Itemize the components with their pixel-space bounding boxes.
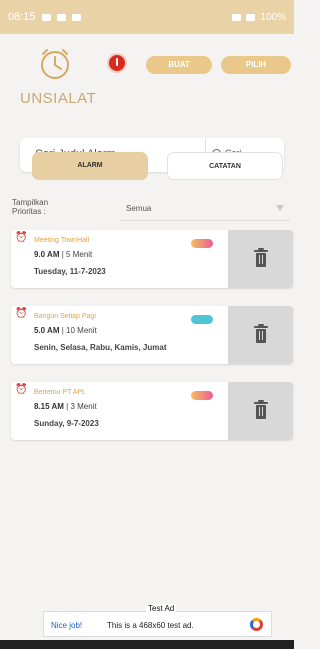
ad-nice-job: Nice job! [51, 621, 83, 630]
alarm-card[interactable]: ⏰ Meeting TownHall 9.0 AM | 5 Menit Tues… [11, 230, 293, 288]
app-logo: UNSIALAT [20, 40, 97, 108]
alarm-duration: 3 Menit [70, 402, 97, 411]
status-right: 100% [232, 12, 286, 23]
alarm-time: 5.0 AM [34, 326, 60, 335]
filter-value: Semua [126, 204, 152, 213]
delete-button[interactable] [228, 382, 293, 440]
status-left: 08:15 [8, 11, 81, 23]
priority-pill [191, 239, 213, 248]
notification-icon [71, 13, 81, 21]
alarm-duration: 5 Menit [66, 250, 93, 259]
status-time: 08:15 [8, 11, 36, 23]
alarm-title: Meeting TownHall [34, 237, 90, 244]
alarm-clock-icon [41, 49, 69, 79]
alarm-time-line: 8.15 AM | 3 Menit [34, 402, 97, 411]
battery-text: 100% [260, 11, 286, 23]
header: UNSIALAT BUAT PILIH [0, 34, 294, 110]
notification-icon [56, 13, 66, 21]
filter-label-line2: Prioritas : [12, 207, 46, 216]
ad-logo-icon [250, 618, 263, 631]
ad-title: Test Ad [146, 604, 177, 613]
tab-catatan[interactable]: CATATAN [167, 152, 283, 180]
priority-filter-select[interactable]: Semua [120, 200, 290, 221]
ad-banner[interactable]: Test Ad Nice job! This is a 468x60 test … [43, 604, 272, 637]
alarm-date: Tuesday, 11-7-2023 [34, 267, 106, 276]
alarm-date: Sunday, 9-7-2023 [34, 419, 99, 428]
alarm-bell-icon: ⏰ [15, 232, 28, 243]
trash-icon [252, 324, 270, 344]
trash-icon [252, 248, 270, 268]
alarm-time-line: 5.0 AM | 10 Menit [34, 326, 97, 335]
status-bar: 08:15 100% [0, 0, 294, 34]
alarm-title: Bangun Setiap Pagi [34, 313, 96, 320]
alarm-time: 8.15 AM [34, 402, 64, 411]
ad-text: This is a 468x60 test ad. [107, 621, 194, 630]
logo-text: UNSIALAT [20, 90, 97, 107]
record-button[interactable] [107, 53, 127, 73]
alarm-duration: 10 Menit [66, 326, 97, 335]
filter-label: Tampilkan Prioritas : [12, 198, 48, 216]
wifi-icon [232, 13, 242, 21]
priority-pill [191, 315, 213, 324]
alarm-bell-icon: ⏰ [15, 384, 28, 395]
delete-button[interactable] [228, 230, 293, 288]
system-nav-bar [0, 640, 294, 649]
alarm-title: Bertemu PT APL [34, 389, 87, 396]
filter-label-line1: Tampilkan [12, 198, 49, 207]
priority-pill [191, 391, 213, 400]
signal-icon [246, 13, 256, 21]
alarm-card[interactable]: ⏰ Bertemu PT APL 8.15 AM | 3 Menit Sunda… [11, 382, 293, 440]
alarm-time-line: 9.0 AM | 5 Menit [34, 250, 93, 259]
delete-button[interactable] [228, 306, 293, 364]
select-button[interactable]: PILIH [221, 56, 291, 74]
alarm-bell-icon: ⏰ [15, 308, 28, 319]
alarm-time: 9.0 AM [34, 250, 60, 259]
trash-icon [252, 400, 270, 420]
notification-icon [41, 13, 51, 21]
alarm-card[interactable]: ⏰ Bangun Setiap Pagi 5.0 AM | 10 Menit S… [11, 306, 293, 364]
tab-alarm[interactable]: ALARM [32, 152, 148, 180]
alarm-date: Senin, Selasa, Rabu, Kamis, Jumat [34, 343, 167, 352]
create-button[interactable]: BUAT [146, 56, 212, 74]
dropdown-arrow-icon [276, 205, 284, 211]
